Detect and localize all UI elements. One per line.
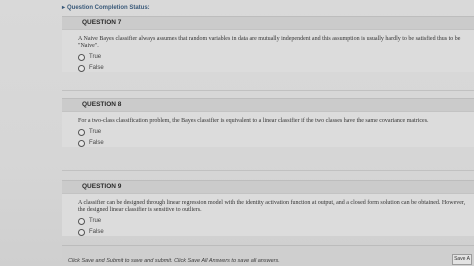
option-label: False bbox=[89, 229, 104, 235]
quiz-page: ▸ Question Completion Status: QUESTION 7 … bbox=[0, 0, 474, 266]
expand-caret-icon: ▸ bbox=[62, 5, 66, 11]
option-true[interactable]: True bbox=[78, 53, 474, 61]
question-text: A classifier can be designed through lin… bbox=[78, 200, 466, 213]
radio-button[interactable] bbox=[78, 53, 85, 61]
option-label: True bbox=[89, 218, 102, 224]
question-completion-status[interactable]: ▸ Question Completion Status: bbox=[62, 2, 474, 14]
status-label: Question Completion Status: bbox=[67, 5, 150, 11]
divider bbox=[62, 90, 474, 91]
option-true[interactable]: True bbox=[78, 217, 474, 225]
option-label: False bbox=[89, 140, 104, 146]
option-false[interactable]: False bbox=[78, 64, 474, 72]
radio-button[interactable] bbox=[78, 64, 85, 72]
option-label: True bbox=[89, 54, 102, 60]
option-false[interactable]: False bbox=[78, 139, 474, 147]
question-header: QUESTION 7 bbox=[62, 16, 474, 30]
question-card-9: QUESTION 9 A classifier can be designed … bbox=[62, 180, 474, 236]
question-header: QUESTION 8 bbox=[62, 98, 474, 112]
question-text: A Naive Bayes classifier always assumes … bbox=[78, 36, 461, 49]
save-all-answers-button[interactable]: Save A bbox=[452, 254, 472, 265]
option-label: False bbox=[89, 65, 104, 71]
question-card-7: QUESTION 7 A Naive Bayes classifier alwa… bbox=[62, 16, 474, 72]
radio-button[interactable] bbox=[78, 139, 85, 147]
radio-button[interactable] bbox=[78, 228, 85, 236]
footer-instructions: Click Save and Submit to save and submit… bbox=[68, 258, 280, 264]
radio-button[interactable] bbox=[78, 128, 85, 136]
divider bbox=[62, 170, 474, 171]
question-card-8: QUESTION 8 For a two-class classificatio… bbox=[62, 98, 474, 147]
option-true[interactable]: True bbox=[78, 128, 474, 136]
submit-footer: Click Save and Submit to save and submit… bbox=[62, 245, 474, 266]
option-label: True bbox=[89, 129, 102, 135]
option-false[interactable]: False bbox=[78, 228, 474, 236]
question-header: QUESTION 9 bbox=[62, 180, 474, 194]
radio-button[interactable] bbox=[78, 217, 85, 225]
question-text: For a two-class classification problem, … bbox=[78, 118, 429, 124]
